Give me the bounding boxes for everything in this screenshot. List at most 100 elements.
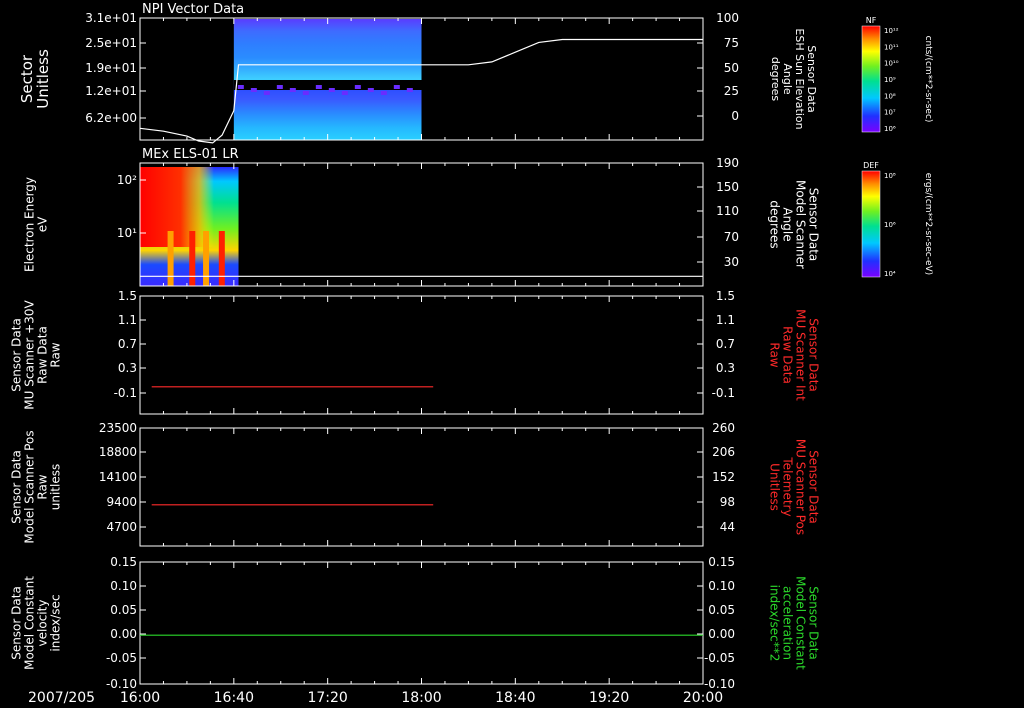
npi-spectrogram-speckle [289,88,296,92]
y-axis-label-right: Raw [768,342,782,367]
y-tick-label-right: -0.05 [704,651,735,665]
y-axis-label-left: eV [36,216,50,232]
y-tick-label-left: 0.7 [118,337,137,351]
y-axis-label-left: Raw Data [36,326,50,384]
y-tick-label-right: 100 [716,11,739,25]
colorbar-tick-label: 10¹¹ [884,43,899,51]
y-tick-label-right: 0.3 [716,361,735,375]
y-tick-label-left: 10² [117,173,137,187]
y-axis-label-right: Sensor Data [807,450,821,524]
y-tick-label-right: 50 [724,61,739,75]
y-axis-label-left: Raw [49,342,63,367]
y-axis-label-left: Raw [36,474,50,499]
npi-spectrogram-speckle [354,85,361,89]
y-tick-label-left: 1.9e+01 [85,61,137,75]
y-tick-label-left: 0.3 [118,361,137,375]
y-tick-label-left: 10¹ [117,226,137,240]
y-tick-label-left: -0.1 [114,386,137,400]
time-tick-label: 16:40 [214,690,254,706]
y-axis-label-left: Sensor Data [10,586,24,660]
time-tick-label: 17:20 [307,690,347,706]
els-spectrogram-streak [167,231,174,286]
y-axis-label-right: Sensor Data [807,318,821,392]
npi-spectrogram-speckle [276,85,283,89]
npi-spectrogram-speckle [328,88,335,92]
y-axis-label-left: unitless [49,464,63,510]
y-tick-label-right: 190 [716,156,739,170]
y-tick-label-left: 23500 [99,421,137,435]
panel-frame [139,561,704,685]
y-tick-label-right: 206 [712,445,735,459]
y-tick-label-left: 6.2e+00 [85,111,137,125]
y-tick-label-right: 0.10 [708,579,735,593]
npi-spectrogram-speckle [380,91,387,95]
els-spectrogram-streak [218,231,225,286]
colorbar-label: NF [866,16,877,25]
colorbar-tick-label: 10¹⁰ [884,60,899,68]
time-tick-label: 16:00 [120,690,160,706]
y-tick-label-left: 4700 [106,520,137,534]
y-axis-label-right: Sensor Data [807,188,821,262]
y-tick-label-right: 25 [724,84,739,98]
y-axis-label-left: index/sec [49,594,63,651]
colorbar-tick-label: 10⁶ [884,125,896,133]
els-spectrogram-streak [203,231,210,286]
y-axis-label-right: acceleration [781,586,795,660]
y-tick-label-left: 14100 [99,470,137,484]
y-tick-label-left: 18800 [99,445,137,459]
y-axis-label-left: Unitless [34,49,52,109]
panel-title: MEx ELS-01 LR [142,147,239,162]
y-tick-label-right: 260 [712,421,735,435]
y-tick-label-right: 0.05 [708,603,735,617]
y-axis-label-right: Sensor Data [807,586,821,660]
colorbar-tick-label: 10⁹ [884,76,896,84]
y-tick-label-right: 98 [720,495,735,509]
npi-spectrogram [233,19,422,140]
y-axis-label-right: degrees [769,57,782,102]
npi-spectrogram-speckle [406,88,413,92]
panel-frame [139,295,704,415]
y-tick-label-right: 75 [724,36,739,50]
y-tick-label-left: 3.1e+01 [85,11,137,25]
y-axis-label-left: Model Constant [23,576,37,670]
y-axis-label-left: Model Scanner Pos [23,430,37,543]
npi-spectrogram-speckle [315,85,322,89]
y-tick-label-left: 2.5e+01 [85,36,137,50]
y-tick-label-right: 150 [716,180,739,194]
y-tick-label-right: 0.00 [708,627,735,641]
y-tick-label-right: 30 [724,255,739,269]
npi-spectrogram-gap [233,80,422,90]
y-tick-label-right: -0.10 [704,677,735,691]
npi-spectrogram-speckle [341,91,348,95]
colorbar-tick-label: 10⁶ [884,221,896,229]
y-axis-label-left: velocity [36,600,50,647]
y-axis-label-right: Model Scanner [794,180,808,269]
y-tick-label-right: 1.1 [716,313,735,327]
time-tick-label: 18:00 [401,690,441,706]
npi-spectrogram-speckle [250,88,257,92]
time-tick-label: 19:20 [589,690,629,706]
colorbar [861,170,881,278]
y-tick-label-left: 0.10 [110,579,137,593]
colorbar-tick-label: 10⁸ [884,92,896,100]
y-tick-label-right: 110 [716,204,739,218]
npi-spectrogram-speckle [393,85,400,89]
panel-title: NPI Vector Data [142,2,244,17]
npi-spectrogram-speckle [237,85,244,89]
y-tick-label-right: 1.5 [716,289,735,303]
y-tick-label-right: -0.1 [712,386,735,400]
colorbar-tick-label: 10⁷ [884,109,896,117]
y-tick-label-right: 152 [712,470,735,484]
y-tick-label-left: 9400 [106,495,137,509]
colorbar-label: DEF [863,161,879,170]
y-tick-label-left: -0.05 [106,651,137,665]
y-axis-label-right: Unitless [768,463,782,511]
colorbar-tick-label: 10⁸ [884,172,896,180]
y-axis-label-right: Angle [781,207,795,241]
y-tick-label-right: 0.7 [716,337,735,351]
y-tick-label-left: 1.1 [118,313,137,327]
y-axis-label-right: degrees [768,200,782,248]
y-axis-label-left: Electron Energy [23,177,37,272]
colorbar-units: ergs/(cm**2-sr-sec-eV) [923,173,933,275]
y-tick-label-left: -0.10 [106,677,137,691]
